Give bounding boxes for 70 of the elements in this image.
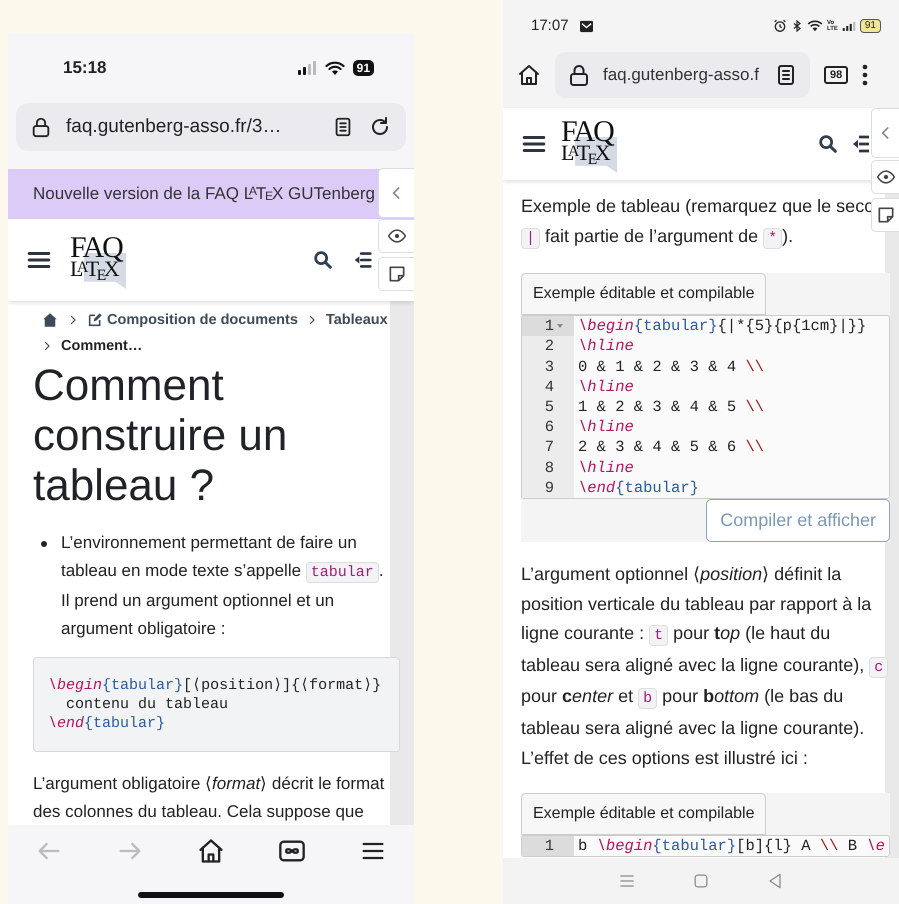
view-tab[interactable] [871,160,899,194]
breadcrumb-link[interactable]: Tableaux [326,309,388,331]
address-bar[interactable]: faq.gutenberg-asso.fr/3… [16,103,406,151]
site-logo[interactable]: FAQ L$^{A}$T$_{E}$X [70,232,128,288]
edit-icon [87,312,103,328]
code-line: b \begin{tabular}[b]{l} A \\ B \e [577,836,885,856]
code-line: \hline [577,376,634,397]
code-line: \hline [577,336,634,357]
code-line: 1 & 2 & 3 & 4 & 5 \\ [577,397,764,418]
line-number: 5 [544,397,554,418]
battery-indicator: 91 [352,60,374,76]
code-editor[interactable]: 1 \begin{tabular}{|*{5}{p{1cm}|}} 2 \hline 3 0 & 1 & 2 & 3 & 4 \\ 4 \hline 5 1 & 2 & 3 & 4 & 5 \\ 6 \hline 7 2 & 3 & 4 & 5 & 6 \\ 8 \hline 9 \end{tabular} [521,315,890,500]
line-number: 6 [544,417,554,438]
signal-icon [842,20,856,32]
alarm-icon [772,19,787,33]
fold-icon[interactable] [556,322,564,330]
line-number: 2 [544,336,554,357]
wifi-icon [806,19,823,33]
code-line: \begin{tabular}[⟨position⟩]{⟨format⟩} [48,676,382,695]
lock-icon [30,116,52,138]
line-number: 9 [544,478,554,498]
page-title: Comment construire un tableau ? [33,361,288,511]
search-icon[interactable] [312,249,334,271]
mail-icon [578,20,594,32]
code-line: \end{tabular} [577,478,699,498]
bullet-text: L’environnement permettant de faire un tableau en mode texte s’appelle tabular . Il prend un argument optionnel et un argument obligatoire : [61,532,385,640]
line-number: 7 [544,437,554,458]
editor-tab[interactable]: Exemple éditable et compilable [521,793,766,836]
line-number: 1 [544,836,554,856]
announcement-banner[interactable]: Nouvelle version de la FAQ L$^{A}$T$_{E}$X GUTenberg [8,169,414,219]
note-icon [386,264,406,284]
more-options-icon[interactable] [862,64,868,86]
url-text[interactable]: faq.gutenberg-asso.f [603,62,762,88]
code-line: \end{tabular} [48,714,166,733]
address-bar[interactable]: faq.gutenberg-asso.f [555,52,810,98]
line-number: 1 [544,316,554,336]
home-icon[interactable] [517,63,541,87]
battery-indicator: 91 [860,19,881,33]
paragraph: L’argument obligatoire ⟨format⟩ décrit le format des colonnes du tableau. Cela suppose que [33,773,386,823]
home-icon[interactable] [196,837,225,865]
code-line: 2 & 3 & 4 & 5 & 6 \\ [577,437,764,458]
status-time: 17:07 [531,16,569,36]
search-icon[interactable] [817,133,839,155]
breadcrumb-link[interactable]: Composition de documents [87,309,298,331]
code-line: contenu du tableau [65,695,230,714]
note-icon [876,205,896,225]
status-time: 15:18 [63,57,106,80]
view-tab[interactable] [378,219,414,253]
editor-tab[interactable]: Exemple éditable et compilable [521,273,766,316]
bullet-icon [41,541,47,547]
notes-tab[interactable] [378,257,414,291]
notes-tab[interactable] [871,198,899,232]
code-line: \begin{tabular}{|*{5}{p{1cm}|}} [577,316,866,336]
paragraph: L’argument optionnel ⟨position⟩ définit la position verticale du tableau par rapport à la ligne courante : t pour top (le haut du tableau sera aligné avec la ligne courante), c pour center et b pour bottom (le bas du tableau sera aligné avec la ligne courante). L’effet de ces options est illustré ici : [521,560,890,774]
line-number: 8 [544,458,554,478]
url-text[interactable]: faq.gutenberg-asso.fr/3… [66,112,318,142]
home-link[interactable] [41,311,59,329]
site-logo[interactable]: FAQ L$^{A}$T$_{E}$X [561,116,619,172]
line-number: 4 [544,376,554,397]
signal-icon [296,61,317,75]
code-line: \hline [577,417,634,438]
breadcrumb-current: Comment… [61,337,142,356]
tab-count[interactable]: 98 [824,66,848,84]
code-line: \hline [577,458,634,478]
code-line: 0 & 1 & 2 & 3 & 4 \\ [577,356,764,377]
wifi-icon [324,60,345,76]
lock-icon [567,63,591,87]
line-number: 3 [544,356,554,377]
code-editor[interactable]: 1 b \begin{tabular}[b]{l} A \\ B \e [521,835,890,858]
home-icon [41,311,59,329]
